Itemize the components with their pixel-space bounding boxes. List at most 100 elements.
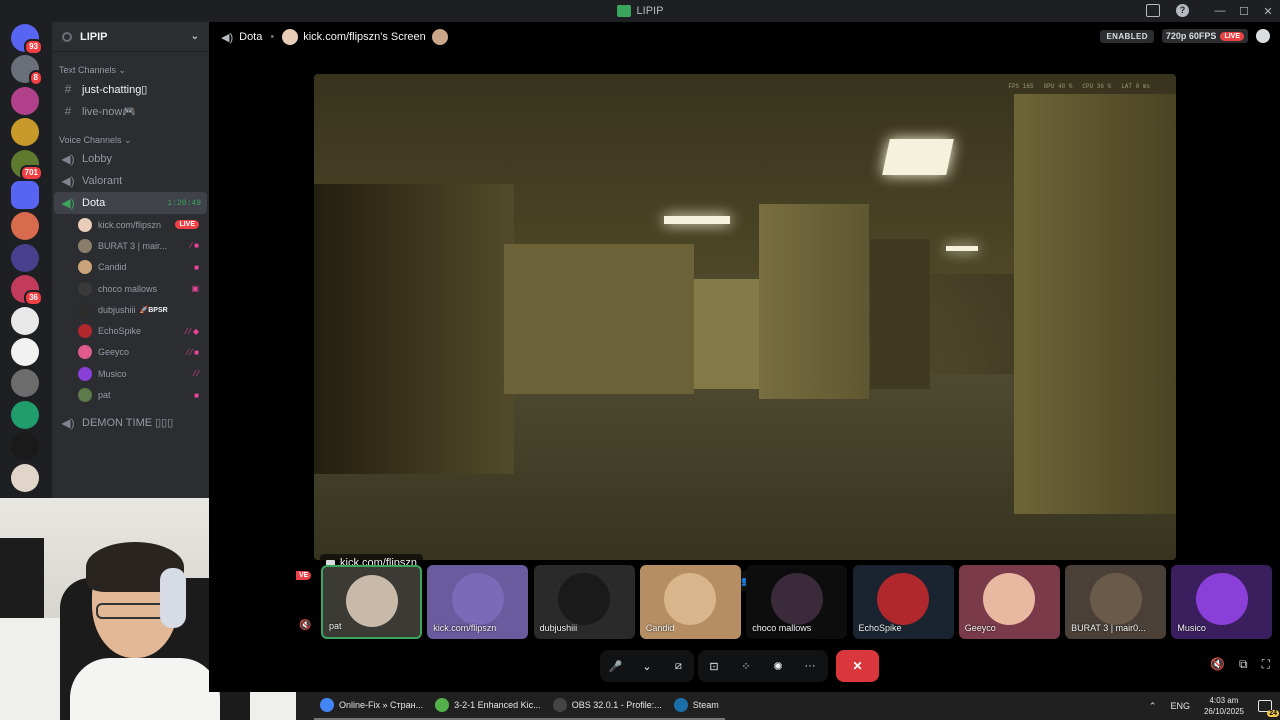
- notification-icon[interactable]: 24: [1258, 700, 1279, 717]
- status-icons: ■: [194, 390, 199, 400]
- voice-channel-valorant[interactable]: ◀) Valorant: [54, 170, 207, 192]
- participant-name: kick.com/flipszn: [433, 623, 497, 633]
- speaker-icon: ◀): [61, 152, 75, 166]
- inbox-icon[interactable]: [1146, 4, 1160, 17]
- activity-group: ⊡ ⁘ ✺ ···: [698, 650, 828, 682]
- minimize-button[interactable]: —: [1208, 5, 1232, 17]
- status-icons: ⁄ ⁄: [194, 369, 199, 379]
- server-icon[interactable]: [11, 118, 39, 147]
- disconnect-button[interactable]: ✕: [836, 650, 879, 682]
- server-icon[interactable]: [11, 181, 39, 209]
- server-icon[interactable]: 93: [11, 24, 43, 55]
- stream-quality-badge[interactable]: 720p 60FPS LIVE: [1161, 29, 1248, 43]
- participant-tile[interactable]: BURAT 3 | mair0...: [1065, 565, 1167, 639]
- server-icon[interactable]: [11, 338, 39, 366]
- app-icon: [673, 698, 688, 712]
- voice-channel-dota[interactable]: ◀) Dota 1:20:49: [54, 192, 207, 214]
- stream-video[interactable]: FPS 165 GPU 48 % CPU 36 % LAT 0 ms: [314, 74, 1176, 560]
- participant-tile[interactable]: dubjushiii: [533, 565, 635, 639]
- participant-tile[interactable]: pat: [321, 565, 422, 639]
- activities-button[interactable]: ⁘: [730, 660, 762, 673]
- participant-tile[interactable]: kick.com/flipszn: [427, 565, 529, 639]
- clock-time: 4:03 am: [1209, 696, 1239, 705]
- taskbar-app[interactable]: OBS 32.0.1 - Profile:...: [546, 692, 668, 720]
- server-icon[interactable]: [11, 86, 39, 115]
- status-icons: ■: [194, 262, 199, 272]
- voice-user[interactable]: dubjushiii 🚀BPSR: [52, 299, 209, 320]
- avatar: [78, 324, 92, 339]
- microphone-icon[interactable]: 🎤: [600, 660, 631, 673]
- voice-user[interactable]: BURAT 3 | mair... ⁄ ■: [52, 235, 209, 256]
- performance-overlay: FPS 165 GPU 48 % CPU 36 % LAT 0 ms: [1008, 83, 1150, 90]
- volume-mute-icon[interactable]: 🔇: [1210, 657, 1225, 672]
- fullscreen-icon[interactable]: ⛶: [1262, 657, 1270, 672]
- channel-live-now[interactable]: # live-now🎮: [54, 100, 207, 122]
- maximize-button[interactable]: ☐: [1232, 5, 1256, 18]
- help-icon[interactable]: ?: [1176, 4, 1189, 17]
- avatar: [558, 573, 611, 625]
- voice-user[interactable]: choco mallows ▣: [52, 278, 209, 299]
- server-icon[interactable]: [11, 243, 39, 272]
- unread-badge: 93: [24, 39, 43, 55]
- server-icon[interactable]: [11, 400, 39, 429]
- screen-share-button[interactable]: ⊡: [698, 660, 730, 673]
- participant-name: pat: [329, 621, 342, 631]
- channel-label: Lobby: [82, 153, 112, 165]
- live-tag: VE: [296, 571, 312, 580]
- chat-icon[interactable]: [1256, 29, 1270, 43]
- hud-fps: FPS 165: [1008, 83, 1034, 90]
- voice-channel-demon-time[interactable]: ◀) DEMON TIME ▯▯▯: [54, 412, 207, 434]
- app-icon: [552, 698, 567, 712]
- live-badge: LIVE: [175, 220, 199, 230]
- clock[interactable]: 4:03 am 26/10/2025: [1204, 695, 1244, 717]
- camera-off-icon[interactable]: ⧄: [663, 660, 694, 673]
- voice-user[interactable]: Candid ■: [52, 257, 209, 278]
- voice-channels-category[interactable]: Voice Channels ⌄: [52, 132, 209, 148]
- voice-user[interactable]: Geeyco ⁄ ⁄ ■: [52, 342, 209, 363]
- close-button[interactable]: ✕: [1256, 5, 1280, 18]
- taskbar-app[interactable]: Online-Fix » Стран...: [314, 692, 430, 720]
- server-header[interactable]: LIPIP ⌄: [52, 22, 209, 52]
- participant-tile[interactable]: Geeyco: [958, 565, 1060, 639]
- voice-user-name: kick.com/flipszn: [98, 219, 162, 230]
- voice-user[interactable]: kick.com/flipszn LIVE: [52, 214, 209, 235]
- server-icon[interactable]: 701: [11, 149, 43, 181]
- participant-tile[interactable]: Musico: [1171, 565, 1273, 639]
- server-icon[interactable]: [11, 212, 39, 241]
- server-icon[interactable]: [11, 463, 39, 492]
- status-icons: ⁄ ⁄ ◆: [185, 326, 199, 336]
- participant-tile[interactable]: choco mallows: [746, 565, 848, 639]
- voice-user[interactable]: pat ■: [52, 384, 209, 405]
- channel-just-chatting[interactable]: # just-chatting▯: [54, 78, 207, 100]
- channel-label: Dota: [82, 197, 106, 209]
- muted-icon: 🔇: [299, 620, 312, 631]
- server-icon[interactable]: [11, 369, 39, 398]
- server-name: LIPIP: [80, 30, 108, 43]
- participant-tile[interactable]: EchoSpike: [852, 565, 954, 639]
- enabled-badge[interactable]: ENABLED: [1100, 29, 1154, 43]
- soundboard-button[interactable]: ✺: [762, 660, 794, 673]
- stream-title: kick.com/flipszn's Screen: [303, 31, 426, 43]
- tray-chevron-icon[interactable]: ⌃: [1149, 701, 1157, 712]
- server-icon[interactable]: [11, 306, 39, 335]
- notification-count: 24: [1267, 710, 1279, 717]
- app-label: OBS 32.0.1 - Profile:...: [571, 700, 662, 710]
- server-icon[interactable]: [11, 432, 39, 461]
- server-icon[interactable]: 36: [11, 275, 43, 307]
- pop-out-icon[interactable]: ⧉: [1239, 657, 1248, 672]
- more-button[interactable]: ···: [794, 660, 826, 672]
- chevron-down-icon[interactable]: ⌄: [631, 660, 662, 673]
- participant-tile[interactable]: Candid: [639, 565, 741, 639]
- avatar: [78, 366, 92, 381]
- voice-user-name: EchoSpike: [98, 326, 142, 337]
- text-channels-category[interactable]: Text Channels ⌄: [52, 62, 209, 78]
- voice-user[interactable]: Musico ⁄ ⁄: [52, 363, 209, 384]
- taskbar-app[interactable]: Steam: [667, 692, 725, 720]
- avatar: [78, 260, 92, 275]
- server-icon[interactable]: 8: [11, 55, 43, 87]
- taskbar-app[interactable]: 3-2-1 Enhanced Kic...: [429, 692, 547, 720]
- voice-user[interactable]: EchoSpike ⁄ ⁄ ◆: [52, 320, 209, 341]
- voice-channel-lobby[interactable]: ◀) Lobby: [54, 148, 207, 170]
- voice-user-name: pat: [98, 390, 111, 401]
- language-indicator[interactable]: ENG: [1170, 701, 1190, 711]
